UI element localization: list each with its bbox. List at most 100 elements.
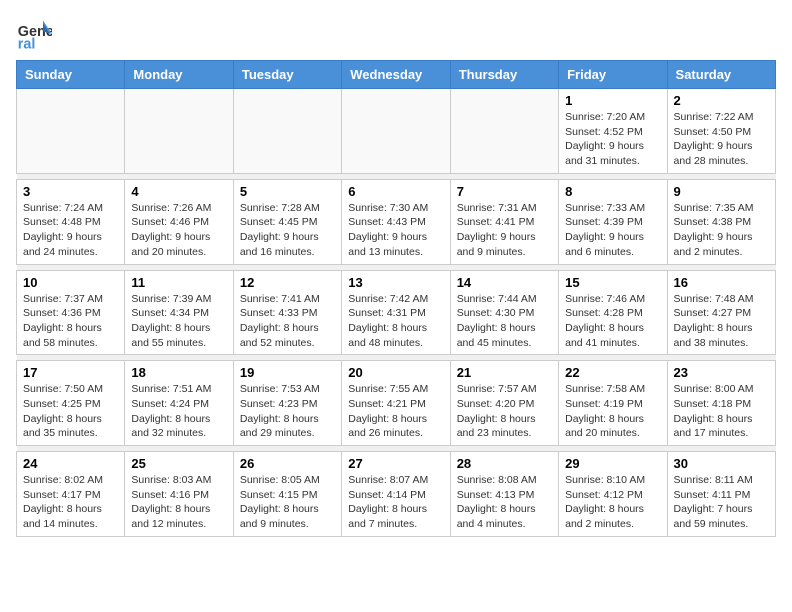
day-cell: 26Sunrise: 8:05 AM Sunset: 4:15 PM Dayli… [233,452,341,537]
day-cell: 19 Sunrise: 7:53 AM Sunset: 4:23 PM Dayli… [233,361,341,446]
day-cell: 23 Sunrise: 8:00 AM Sunset: 4:18 PM Dayli… [667,361,775,446]
day-cell: 29 Sunrise: 8:10 AM Sunset: 4:12 PM Dayli… [559,452,667,537]
day-cell: 27 Sunrise: 8:07 AM Sunset: 4:14 PM Dayli… [342,452,450,537]
day-cell [450,89,558,174]
day-number: 24 [23,456,118,471]
day-number: 10 [23,275,118,290]
day-info: Sunrise: 7:33 AM Sunset: 4:39 PM Dayligh… [565,201,660,260]
day-number: 15 [565,275,660,290]
calendar-header-row: SundayMondayTuesdayWednesdayThursdayFrid… [17,61,776,89]
header-friday: Friday [559,61,667,89]
header-tuesday: Tuesday [233,61,341,89]
day-number: 28 [457,456,552,471]
day-info: Sunrise: 7:37 AM Sunset: 4:36 PM Dayligh… [23,292,118,351]
day-cell: 5 Sunrise: 7:28 AM Sunset: 4:45 PM Daylig… [233,179,341,264]
day-cell [233,89,341,174]
day-number: 13 [348,275,443,290]
day-cell: 18 Sunrise: 7:51 AM Sunset: 4:24 PM Dayli… [125,361,233,446]
day-info: Sunrise: 7:57 AM Sunset: 4:20 PM Dayligh… [457,382,552,441]
day-number: 8 [565,184,660,199]
day-cell: 28 Sunrise: 8:08 AM Sunset: 4:13 PM Dayli… [450,452,558,537]
day-number: 7 [457,184,552,199]
header-sunday: Sunday [17,61,125,89]
day-cell: 8 Sunrise: 7:33 AM Sunset: 4:39 PM Daylig… [559,179,667,264]
day-number: 25 [131,456,226,471]
day-info: Sunrise: 7:53 AM Sunset: 4:23 PM Dayligh… [240,382,335,441]
day-info: Sunrise: 7:46 AM Sunset: 4:28 PM Dayligh… [565,292,660,351]
day-cell: 1 Sunrise: 7:20 AM Sunset: 4:52 PM Daylig… [559,89,667,174]
week-row-5: 24Sunrise: 8:02 AM Sunset: 4:17 PM Dayli… [17,452,776,537]
week-row-1: 1 Sunrise: 7:20 AM Sunset: 4:52 PM Daylig… [17,89,776,174]
day-cell [17,89,125,174]
day-cell: 9 Sunrise: 7:35 AM Sunset: 4:38 PM Daylig… [667,179,775,264]
day-cell: 10 Sunrise: 7:37 AM Sunset: 4:36 PM Dayli… [17,270,125,355]
day-cell: 16 Sunrise: 7:48 AM Sunset: 4:27 PM Dayli… [667,270,775,355]
header-wednesday: Wednesday [342,61,450,89]
day-info: Sunrise: 7:42 AM Sunset: 4:31 PM Dayligh… [348,292,443,351]
day-info: Sunrise: 8:07 AM Sunset: 4:14 PM Dayligh… [348,473,443,532]
day-cell: 20 Sunrise: 7:55 AM Sunset: 4:21 PM Dayli… [342,361,450,446]
day-number: 19 [240,365,335,380]
day-info: Sunrise: 7:51 AM Sunset: 4:24 PM Dayligh… [131,382,226,441]
day-number: 18 [131,365,226,380]
day-cell: 2Sunrise: 7:22 AM Sunset: 4:50 PM Daylig… [667,89,775,174]
day-info: Sunrise: 8:08 AM Sunset: 4:13 PM Dayligh… [457,473,552,532]
day-number: 29 [565,456,660,471]
day-cell: 30 Sunrise: 8:11 AM Sunset: 4:11 PM Dayli… [667,452,775,537]
day-cell: 11Sunrise: 7:39 AM Sunset: 4:34 PM Dayli… [125,270,233,355]
day-number: 4 [131,184,226,199]
day-info: Sunrise: 8:03 AM Sunset: 4:16 PM Dayligh… [131,473,226,532]
day-info: Sunrise: 7:55 AM Sunset: 4:21 PM Dayligh… [348,382,443,441]
day-info: Sunrise: 7:28 AM Sunset: 4:45 PM Dayligh… [240,201,335,260]
header-monday: Monday [125,61,233,89]
day-number: 9 [674,184,769,199]
logo-icon: Gene ral [16,16,52,52]
day-number: 21 [457,365,552,380]
day-info: Sunrise: 8:00 AM Sunset: 4:18 PM Dayligh… [674,382,769,441]
day-number: 22 [565,365,660,380]
day-number: 3 [23,184,118,199]
day-info: Sunrise: 7:30 AM Sunset: 4:43 PM Dayligh… [348,201,443,260]
calendar-table: SundayMondayTuesdayWednesdayThursdayFrid… [16,60,776,537]
day-number: 5 [240,184,335,199]
day-info: Sunrise: 7:50 AM Sunset: 4:25 PM Dayligh… [23,382,118,441]
day-number: 20 [348,365,443,380]
day-number: 27 [348,456,443,471]
day-cell: 17 Sunrise: 7:50 AM Sunset: 4:25 PM Dayli… [17,361,125,446]
day-cell: 24Sunrise: 8:02 AM Sunset: 4:17 PM Dayli… [17,452,125,537]
week-row-3: 10 Sunrise: 7:37 AM Sunset: 4:36 PM Dayli… [17,270,776,355]
day-cell: 7Sunrise: 7:31 AM Sunset: 4:41 PM Daylig… [450,179,558,264]
header-thursday: Thursday [450,61,558,89]
svg-text:ral: ral [18,36,36,52]
logo: Gene ral [16,16,56,52]
day-number: 23 [674,365,769,380]
day-number: 2 [674,93,769,108]
day-info: Sunrise: 7:26 AM Sunset: 4:46 PM Dayligh… [131,201,226,260]
day-cell: 4 Sunrise: 7:26 AM Sunset: 4:46 PM Daylig… [125,179,233,264]
day-number: 26 [240,456,335,471]
day-number: 17 [23,365,118,380]
day-cell [125,89,233,174]
day-cell: 12 Sunrise: 7:41 AM Sunset: 4:33 PM Dayli… [233,270,341,355]
day-cell: 6 Sunrise: 7:30 AM Sunset: 4:43 PM Daylig… [342,179,450,264]
day-info: Sunrise: 7:20 AM Sunset: 4:52 PM Dayligh… [565,110,660,169]
day-info: Sunrise: 7:58 AM Sunset: 4:19 PM Dayligh… [565,382,660,441]
day-number: 1 [565,93,660,108]
day-number: 11 [131,275,226,290]
day-info: Sunrise: 7:44 AM Sunset: 4:30 PM Dayligh… [457,292,552,351]
day-info: Sunrise: 7:35 AM Sunset: 4:38 PM Dayligh… [674,201,769,260]
page-header: Gene ral [16,16,776,52]
day-info: Sunrise: 7:48 AM Sunset: 4:27 PM Dayligh… [674,292,769,351]
day-number: 12 [240,275,335,290]
day-cell: 25 Sunrise: 8:03 AM Sunset: 4:16 PM Dayli… [125,452,233,537]
week-row-4: 17 Sunrise: 7:50 AM Sunset: 4:25 PM Dayli… [17,361,776,446]
day-cell: 15 Sunrise: 7:46 AM Sunset: 4:28 PM Dayli… [559,270,667,355]
day-info: Sunrise: 7:24 AM Sunset: 4:48 PM Dayligh… [23,201,118,260]
day-number: 30 [674,456,769,471]
day-info: Sunrise: 7:41 AM Sunset: 4:33 PM Dayligh… [240,292,335,351]
day-cell: 3 Sunrise: 7:24 AM Sunset: 4:48 PM Daylig… [17,179,125,264]
day-number: 6 [348,184,443,199]
day-number: 16 [674,275,769,290]
day-info: Sunrise: 8:10 AM Sunset: 4:12 PM Dayligh… [565,473,660,532]
day-info: Sunrise: 8:11 AM Sunset: 4:11 PM Dayligh… [674,473,769,532]
